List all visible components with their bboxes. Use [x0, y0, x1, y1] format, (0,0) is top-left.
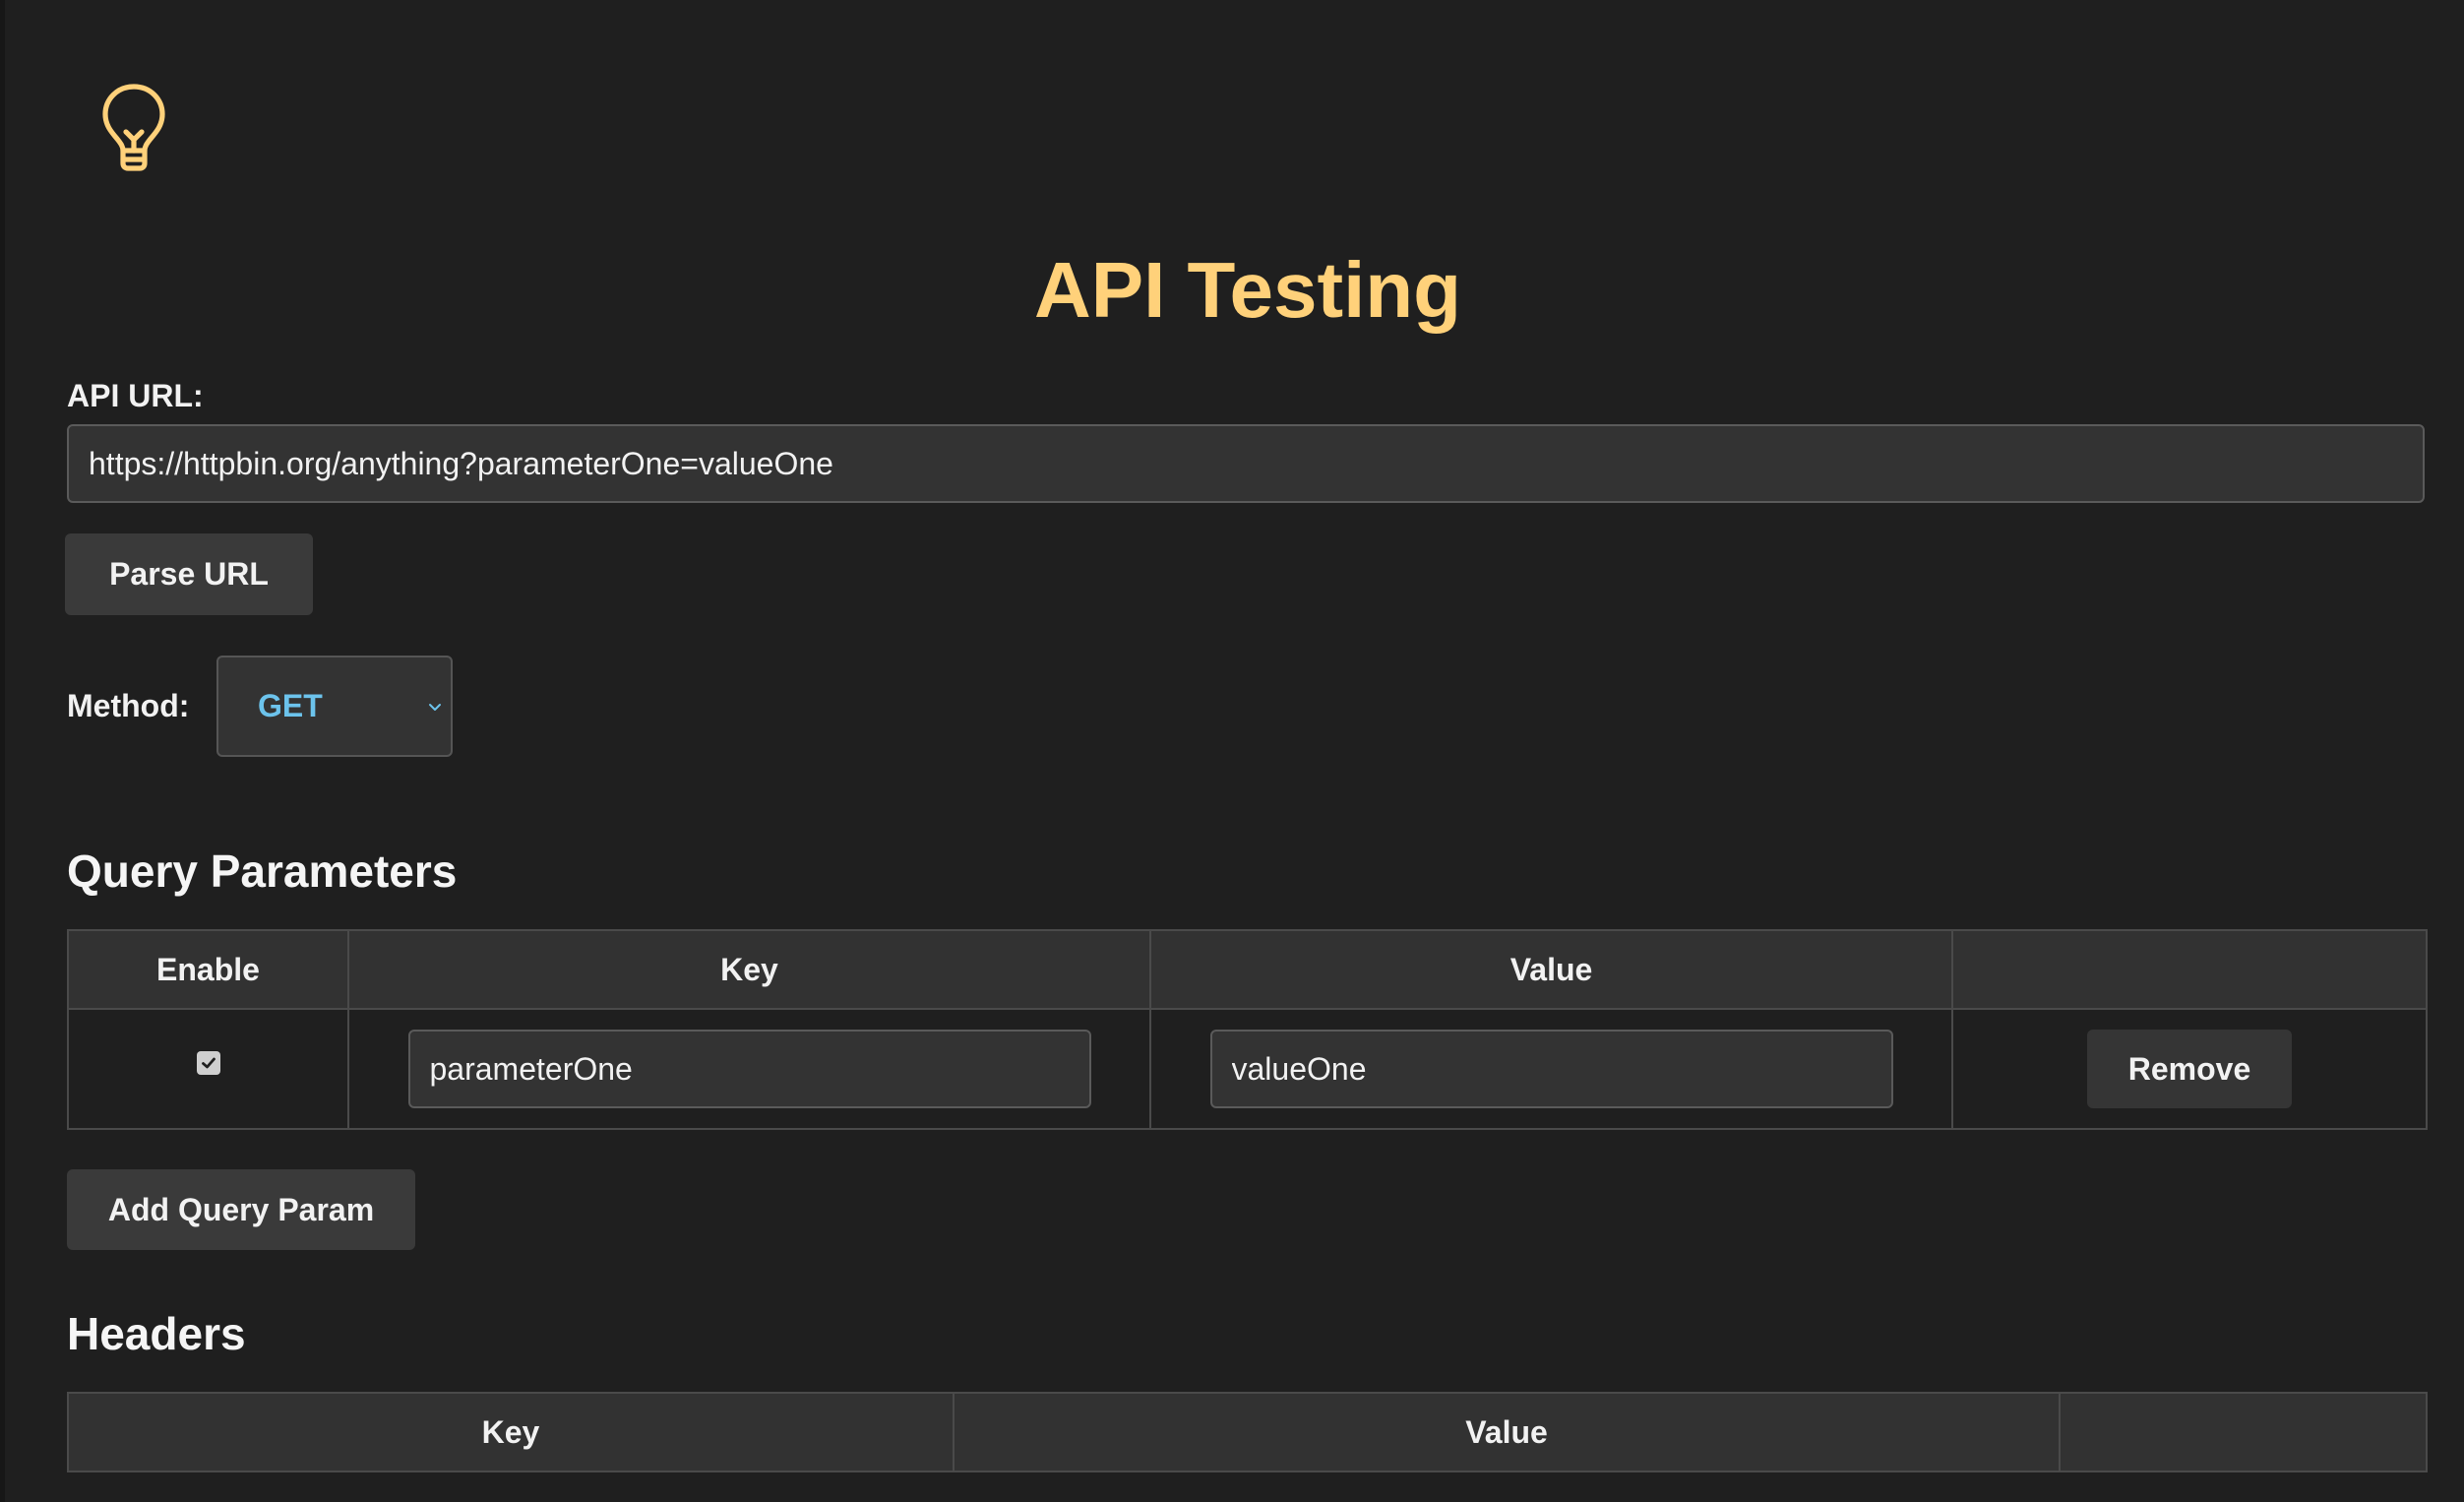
- page-title: API Testing: [1033, 246, 1462, 334]
- column-header-enable: Enable: [69, 931, 349, 1008]
- method-select[interactable]: GET: [216, 656, 453, 757]
- key-cell: [349, 1010, 1151, 1128]
- add-query-param-button[interactable]: Add Query Param: [67, 1169, 415, 1250]
- api-url-label: API URL:: [67, 378, 204, 413]
- value-cell: [1151, 1010, 1953, 1128]
- lightbulb-icon: [102, 84, 165, 171]
- headers-title: Headers: [67, 1308, 246, 1359]
- actions-cell: Remove: [1953, 1010, 2426, 1128]
- window-edge: [0, 0, 5, 1502]
- checkmark-icon: [201, 1057, 216, 1069]
- query-params-header-row: Enable Key Value: [69, 931, 2426, 1008]
- method-selected-value: GET: [258, 688, 323, 723]
- method-label: Method:: [67, 688, 190, 723]
- enable-checkbox[interactable]: [196, 1051, 220, 1075]
- headers-header-row: Key Value: [69, 1394, 2426, 1471]
- column-header-actions: [1953, 931, 2426, 1008]
- param-key-input[interactable]: [407, 1030, 1091, 1108]
- param-value-input[interactable]: [1209, 1030, 1893, 1108]
- column-header-value: Value: [955, 1394, 2061, 1471]
- column-header-key: Key: [349, 931, 1151, 1008]
- query-params-title: Query Parameters: [67, 845, 458, 897]
- column-header-value: Value: [1151, 931, 1953, 1008]
- headers-table: Key Value: [67, 1392, 2428, 1472]
- chevron-down-icon: [429, 704, 441, 711]
- enable-cell: [69, 1010, 349, 1128]
- query-params-table: Enable Key Value Remove: [67, 929, 2428, 1130]
- column-header-actions: [2061, 1394, 2426, 1471]
- table-row: Remove: [69, 1008, 2426, 1128]
- api-url-input[interactable]: [67, 424, 2425, 503]
- column-header-key: Key: [69, 1394, 955, 1471]
- parse-url-button[interactable]: Parse URL: [65, 533, 313, 615]
- remove-param-button[interactable]: Remove: [2087, 1030, 2292, 1108]
